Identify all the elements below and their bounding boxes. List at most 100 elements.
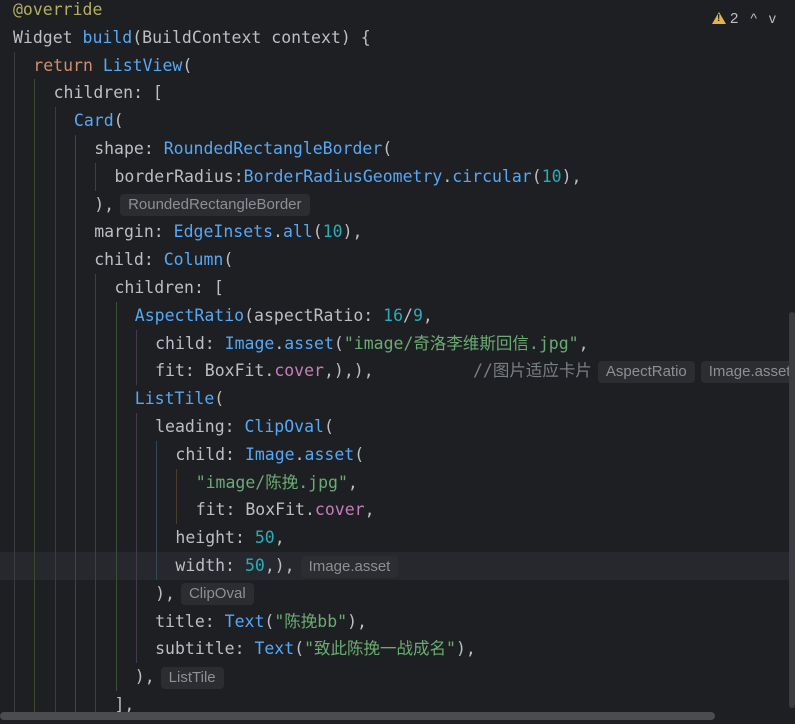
code-line[interactable]: leading: ClipOval( (0, 413, 795, 441)
code-token: AspectRatio (134, 305, 245, 325)
warnings-indicator[interactable]: 2 ^ v (712, 6, 776, 30)
code-line[interactable]: ), RoundedRectangleBorder (0, 190, 795, 219)
code-line[interactable]: height: 50, (0, 524, 795, 552)
code-token: ), (155, 583, 175, 603)
indent-guide (95, 663, 97, 691)
code-line[interactable]: AspectRatio(aspectRatio: 16/9, (0, 301, 795, 330)
code-line[interactable]: width: 50,), Image.asset (0, 552, 795, 580)
code-line[interactable]: @override (0, 0, 795, 24)
inlay-hint[interactable]: RoundedRectangleBorder (120, 194, 310, 217)
code-line[interactable]: Card( (0, 107, 795, 135)
indent-guide (54, 663, 56, 691)
indent-guide (115, 385, 117, 413)
code-line[interactable]: borderRadius:BorderRadiusGeometry.circul… (0, 162, 795, 191)
code-line[interactable]: Widget build(BuildContext context) { (0, 24, 795, 52)
code-line[interactable]: fit: BoxFit.cover,),), //图片适应卡片 AspectRat… (0, 357, 795, 386)
code-line[interactable]: shape: RoundedRectangleBorder( (0, 135, 795, 163)
code-token: ,),), (323, 361, 374, 381)
indent-guide (14, 385, 15, 413)
indent-guide (34, 357, 36, 386)
code-token: , (578, 333, 589, 353)
code-text: fit: BoxFit.cover, (196, 496, 375, 524)
code-line[interactable]: ), ListTile (0, 663, 795, 691)
code-token: 10 (322, 222, 343, 242)
code-token: ( (333, 333, 344, 353)
code-token: Card (73, 111, 114, 131)
indent-guide (95, 635, 97, 664)
code-token: "陈挽bb" (274, 611, 348, 631)
indent-guide (156, 496, 158, 525)
code-text: width: 50,), Image.asset (175, 552, 399, 580)
code-line[interactable]: subtitle: Text("致此陈挽一战成名"), (0, 635, 795, 664)
indent-guide (115, 579, 117, 608)
code-line[interactable]: child: Image.asset("image/奇洛李维斯回信.jpg", (0, 329, 795, 358)
code-line[interactable]: margin: EdgeInsets.all(10), (0, 218, 795, 247)
indent-guide (115, 607, 117, 636)
indent-guide (34, 218, 36, 247)
indent-guide (135, 413, 137, 441)
code-token: all (282, 222, 313, 242)
indent-guide (54, 301, 56, 330)
code-line[interactable]: ListTile( (0, 385, 795, 413)
indent-guide (14, 301, 15, 330)
vertical-scrollbar[interactable] (789, 312, 795, 708)
indent-guide (34, 635, 36, 664)
code-token: children: [ (114, 278, 224, 297)
code-token: child: (155, 333, 225, 353)
inlay-hint[interactable]: Image.asset (300, 555, 399, 578)
inlay-hint[interactable]: ClipOval (180, 583, 254, 606)
indent-guide (95, 468, 97, 497)
code-line[interactable]: return ListView( (0, 51, 795, 80)
code-line[interactable]: "image/陈挽.jpg", (0, 468, 795, 497)
code-line[interactable]: children: [ (0, 79, 795, 108)
code-token: child: (94, 250, 164, 270)
code-line[interactable]: ), ClipOval (0, 579, 795, 608)
indent-guide (14, 413, 15, 441)
indent-guide (34, 190, 36, 219)
indent-guide (74, 190, 76, 219)
indent-guide (115, 524, 117, 552)
code-token: Text (254, 639, 295, 659)
code-editor[interactable]: @override Widget build(BuildContext conte… (0, 0, 795, 724)
indent-guide (156, 524, 158, 552)
code-line[interactable]: title: Text("陈挽bb"), (0, 607, 795, 636)
indent-guide (34, 385, 36, 413)
code-text: AspectRatio(aspectRatio: 16/9, (135, 302, 433, 330)
indent-guide (135, 607, 137, 636)
chevron-down-icon[interactable]: v (769, 10, 776, 26)
indent-guide (95, 607, 97, 636)
code-text: borderRadius:BorderRadiusGeometry.circul… (115, 163, 582, 191)
code-token: ClipOval (244, 417, 324, 436)
code-token: cover (314, 500, 365, 520)
indent-guide (54, 552, 56, 580)
code-token: BorderRadiusGeometry (243, 166, 443, 186)
code-token: 16 (383, 305, 404, 325)
indent-guide (54, 357, 56, 386)
indent-guide (14, 552, 15, 580)
code-line[interactable]: child: Image.asset( (0, 440, 795, 469)
indent-guide (135, 329, 137, 358)
code-token: RoundedRectangleBorder (163, 139, 383, 158)
indent-guide (135, 496, 137, 525)
indent-guide (34, 107, 36, 135)
indent-guide (74, 246, 76, 274)
code-line[interactable]: fit: BoxFit.cover, (0, 496, 795, 525)
indent-guide (115, 329, 117, 358)
indent-guide (54, 440, 56, 469)
code-text: ), ClipOval (155, 580, 254, 608)
indent-guide (95, 274, 97, 302)
code-line[interactable]: child: Column( (0, 246, 795, 274)
indent-guide (14, 190, 15, 219)
code-line[interactable]: children: [ (0, 274, 795, 302)
code-token: ( (323, 417, 334, 436)
indent-guide (95, 162, 97, 191)
chevron-up-icon[interactable]: ^ (750, 10, 757, 26)
code-token: borderRadius: (114, 166, 244, 186)
indent-guide (74, 440, 76, 469)
horizontal-scrollbar[interactable] (0, 712, 715, 720)
inlay-hint[interactable]: Image.asset (700, 360, 795, 383)
inlay-hint[interactable]: AspectRatio (597, 360, 695, 383)
inlay-hint[interactable]: ListTile (160, 666, 224, 689)
code-token: ), (342, 222, 363, 242)
indent-guide (95, 385, 97, 413)
